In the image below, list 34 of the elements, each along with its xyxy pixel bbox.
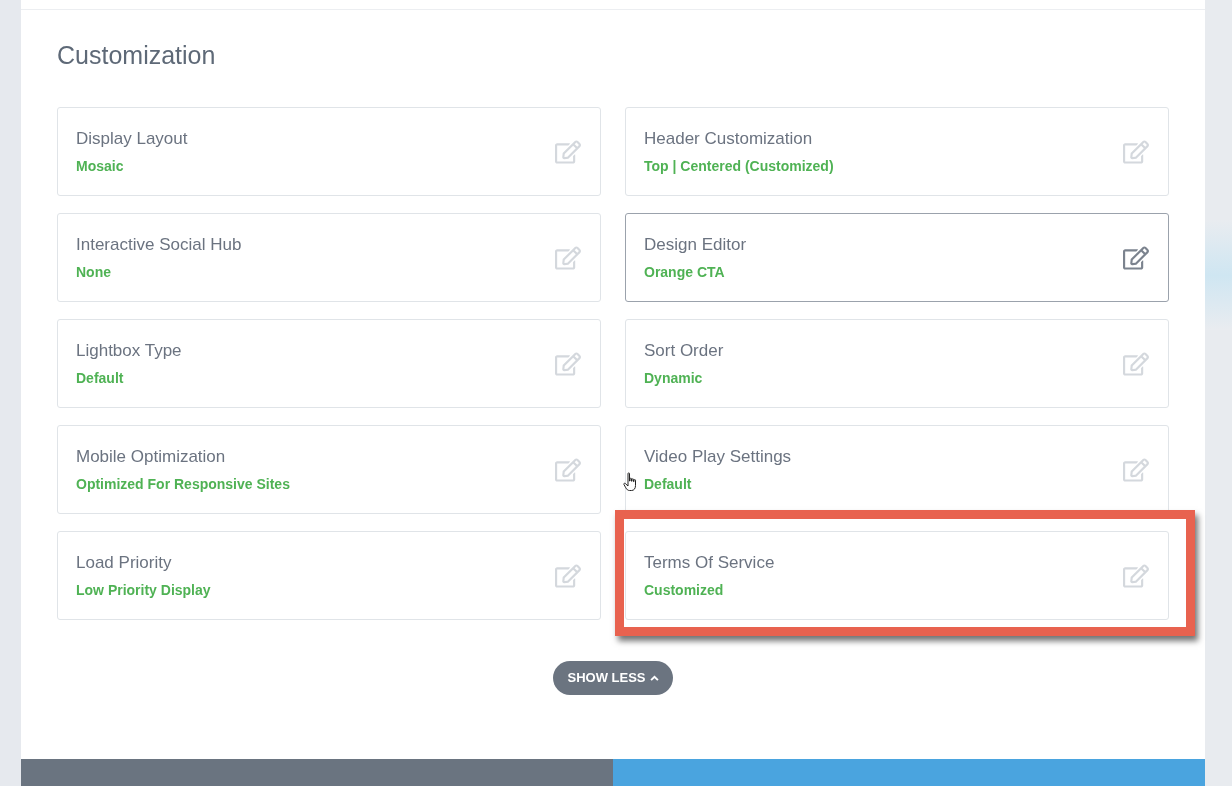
footer-panel-left[interactable] xyxy=(21,759,613,786)
footer-panel-right[interactable] xyxy=(613,759,1205,786)
edit-icon[interactable] xyxy=(1123,245,1149,270)
setting-label: Display Layout xyxy=(76,128,188,150)
section-title: Customization xyxy=(57,40,217,71)
setting-label: Sort Order xyxy=(644,340,724,362)
show-less-button[interactable]: SHOW LESS xyxy=(553,661,673,695)
setting-value: Default xyxy=(76,369,125,388)
setting-label: Video Play Settings xyxy=(644,446,792,468)
setting-value: Dynamic xyxy=(644,369,704,388)
setting-value: None xyxy=(76,263,112,282)
setting-value: Low Priority Display xyxy=(76,581,211,600)
setting-value: Customized xyxy=(644,581,725,600)
setting-card[interactable]: Interactive Social Hub None xyxy=(57,213,601,302)
setting-card[interactable]: Sort Order Dynamic xyxy=(625,319,1169,408)
setting-card[interactable]: Lightbox Type Default xyxy=(57,319,601,408)
setting-card[interactable]: Mobile Optimization Optimized For Responsive Sites xyxy=(57,425,601,514)
setting-label: Header Customization xyxy=(644,128,814,150)
setting-value: Optimized For Responsive Sites xyxy=(76,475,290,494)
setting-label: Design Editor xyxy=(644,234,747,256)
setting-value: Top | Centered (Customized) xyxy=(644,157,834,176)
setting-card[interactable]: Header Customization Top | Centered (Customized) xyxy=(625,107,1169,196)
setting-label: Terms Of Service xyxy=(644,552,775,574)
chevron-up-icon xyxy=(649,675,659,681)
setting-label: Mobile Optimization xyxy=(76,446,227,468)
setting-label: Lightbox Type xyxy=(76,340,182,362)
setting-card[interactable]: Design Editor Orange CTA xyxy=(625,213,1169,302)
setting-card[interactable]: Display Layout Mosaic xyxy=(57,107,601,196)
setting-label: Load Priority xyxy=(76,552,173,574)
setting-value: Mosaic xyxy=(76,157,125,176)
setting-card[interactable]: Load Priority Low Priority Display xyxy=(57,531,601,620)
setting-value: Default xyxy=(644,475,693,494)
setting-value: Orange CTA xyxy=(644,263,726,282)
setting-label: Interactive Social Hub xyxy=(76,234,242,256)
